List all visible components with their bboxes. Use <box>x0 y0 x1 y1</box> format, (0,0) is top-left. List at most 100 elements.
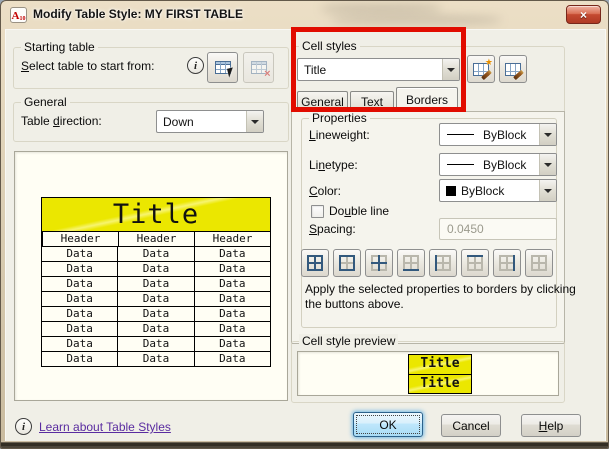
preview-data-cell: Data <box>194 307 270 321</box>
remove-table-icon: × <box>251 61 267 74</box>
linetype-dropdown[interactable]: ByBlock <box>439 153 557 176</box>
table-preview: Title HeaderHeaderHeader Data Data Data <box>41 197 271 367</box>
spacing-input[interactable]: 0.0450 <box>439 218 557 240</box>
properties-group-label: Properties <box>309 111 370 126</box>
preview-header-row: HeaderHeaderHeader <box>42 231 270 246</box>
table-preview-panel: Title HeaderHeaderHeader Data Data Data <box>14 151 288 401</box>
inside-borders-icon <box>371 255 387 271</box>
outside-borders-button[interactable] <box>333 249 361 277</box>
right-border-button[interactable] <box>493 249 521 277</box>
left-border-button[interactable] <box>429 249 457 277</box>
preview-data-cell: Data <box>117 307 193 321</box>
cancel-button[interactable]: Cancel <box>441 414 501 437</box>
preview-data-cell: Data <box>117 352 193 366</box>
close-icon: × <box>580 9 587 21</box>
chevron-down-icon[interactable] <box>246 111 263 132</box>
starting-table-group-label: Starting table <box>21 40 98 55</box>
preview-data-cell: Data <box>194 277 270 291</box>
preview-data-cell: Data <box>117 262 193 276</box>
lineweight-label: Lineweight: <box>309 128 370 143</box>
help-button[interactable]: Help <box>521 414 581 437</box>
preview-data-cell: Data <box>194 352 270 366</box>
preview-data-cell: Data <box>42 352 117 366</box>
manage-cell-styles-button[interactable] <box>499 55 527 83</box>
double-line-label: Double line <box>329 204 389 219</box>
table-direction-label: Table direction: <box>21 114 102 129</box>
all-borders-button[interactable] <box>301 249 329 277</box>
preview-data-cell: Data <box>194 262 270 276</box>
preview-data-cell: Data <box>42 247 117 261</box>
preview-data-row: Data Data Data <box>42 246 270 261</box>
preview-data-cell: Data <box>42 277 117 291</box>
chevron-down-icon[interactable] <box>539 180 556 201</box>
help-button-label: Help <box>539 419 564 433</box>
window-bottom-edge <box>1 441 608 448</box>
bottom-border-button[interactable] <box>397 249 425 277</box>
preview-data-cell: Data <box>117 247 193 261</box>
preview-title-cell-2: Title <box>409 374 471 393</box>
select-table-label: Select table to start from: <box>21 59 154 74</box>
modify-table-style-dialog: A10 Modify Table Style: MY FIRST TABLE ×… <box>0 0 609 449</box>
outside-borders-icon <box>339 255 355 271</box>
table-direction-dropdown[interactable]: Down <box>156 110 264 133</box>
preview-data-row: Data Data Data <box>42 306 270 321</box>
double-line-checkbox[interactable] <box>311 205 324 218</box>
manage-cell-styles-icon <box>505 63 521 76</box>
autocad-app-icon: A10 <box>10 7 27 23</box>
spacing-value: 0.0450 <box>447 222 484 236</box>
color-dropdown[interactable]: ByBlock <box>439 179 557 202</box>
lineweight-value: ByBlock <box>474 128 539 142</box>
preview-data-row: Data Data Data <box>42 276 270 291</box>
preview-data-cell: Data <box>117 277 193 291</box>
preview-data-cell: Data <box>117 337 193 351</box>
all-borders-icon <box>307 255 323 271</box>
preview-data-cell: Data <box>42 337 117 351</box>
preview-data-rows: Data Data Data Data Data Data <box>42 246 270 366</box>
preview-data-cell: Data <box>194 337 270 351</box>
preview-data-cell: Data <box>42 307 117 321</box>
color-label: Color: <box>309 184 341 199</box>
table-direction-value: Down <box>157 115 246 129</box>
preview-data-row: Data Data Data <box>42 261 270 276</box>
lineweight-sample <box>447 134 474 135</box>
top-border-icon <box>467 255 483 271</box>
preview-title-cell-1: Title <box>409 355 471 374</box>
ok-button[interactable]: OK <box>353 412 423 437</box>
no-borders-button[interactable] <box>525 249 553 277</box>
linetype-value: ByBlock <box>474 158 539 172</box>
apply-hint-line2: the buttons above. <box>305 297 404 312</box>
learn-about-table-styles-link[interactable]: Learn about Table Styles <box>39 420 171 434</box>
preview-data-cell: Data <box>42 262 117 276</box>
chevron-down-icon[interactable] <box>539 124 556 145</box>
lineweight-dropdown[interactable]: ByBlock <box>439 123 557 146</box>
right-border-icon <box>499 255 515 271</box>
top-border-button[interactable] <box>461 249 489 277</box>
color-swatch <box>446 186 456 196</box>
red-annotation-rectangle <box>291 27 466 112</box>
inside-borders-button[interactable] <box>365 249 393 277</box>
preview-data-cell: Data <box>194 322 270 336</box>
ok-button-label: OK <box>379 418 396 432</box>
linetype-sample <box>447 164 474 165</box>
preview-data-row: Data Data Data <box>42 351 270 366</box>
close-button[interactable]: × <box>566 5 601 24</box>
preview-data-row: Data Data Data <box>42 291 270 306</box>
preview-data-row: Data Data Data <box>42 336 270 351</box>
preview-data-row: Data Data Data <box>42 321 270 336</box>
preview-data-cell: Data <box>42 292 117 306</box>
linetype-label: Linetype: <box>309 158 358 173</box>
new-cell-style-icon: ★ <box>473 63 489 76</box>
cancel-button-label: Cancel <box>452 419 489 433</box>
spacing-label: Spacing: <box>309 222 356 237</box>
info-icon: i <box>187 57 204 74</box>
preview-data-cell: Data <box>194 292 270 306</box>
remove-table-button[interactable]: × <box>243 52 274 83</box>
create-cell-style-button[interactable]: ★ <box>467 55 495 83</box>
chevron-down-icon[interactable] <box>539 154 556 175</box>
color-value: ByBlock <box>456 184 539 198</box>
preview-data-cell: Data <box>117 292 193 306</box>
preview-header-cell: Header <box>194 232 270 246</box>
title-bar[interactable]: A10 Modify Table Style: MY FIRST TABLE × <box>1 1 608 29</box>
select-table-button[interactable] <box>207 52 238 83</box>
preview-data-cell: Data <box>117 322 193 336</box>
